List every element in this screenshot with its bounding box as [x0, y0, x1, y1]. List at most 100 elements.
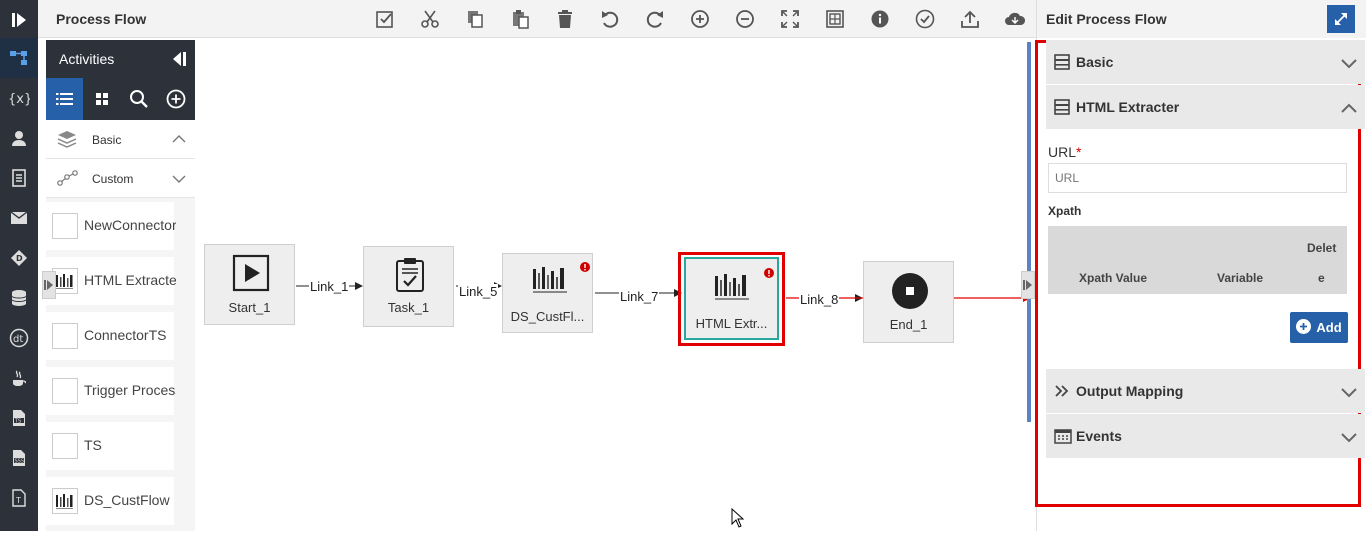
category-custom[interactable]: Custom: [46, 159, 195, 198]
cut-icon[interactable]: [417, 6, 443, 32]
grid-icon[interactable]: [822, 6, 848, 32]
fit-screen-icon[interactable]: [777, 6, 803, 32]
svg-text:{x}: {x}: [8, 92, 30, 106]
dt-icon[interactable]: dt: [0, 318, 38, 358]
info-icon[interactable]: [867, 6, 893, 32]
edit-panel-header: Edit Process Flow: [1037, 0, 1366, 38]
activity-item-html-extracter[interactable]: HTML Extracter: [46, 257, 176, 305]
mail-icon[interactable]: [0, 198, 38, 238]
link-label[interactable]: Link_1: [309, 279, 350, 294]
link-label[interactable]: Link_5: [458, 284, 499, 299]
activities-header: Activities: [46, 40, 195, 78]
category-label: Custom: [92, 172, 134, 186]
url-input[interactable]: [1048, 163, 1347, 193]
chevron-down-icon: [172, 173, 186, 187]
section-events[interactable]: Events: [1046, 414, 1365, 458]
link-label[interactable]: Link_8: [799, 292, 840, 307]
user-icon[interactable]: [0, 118, 38, 158]
activity-item-ds-custflow[interactable]: DS_CustFlow: [46, 477, 174, 525]
category-basic[interactable]: Basic: [46, 120, 195, 159]
java-icon[interactable]: [0, 358, 38, 398]
url-label-text: URL: [1048, 144, 1077, 160]
paste-icon[interactable]: [507, 6, 533, 32]
variables-icon[interactable]: {x}: [0, 78, 38, 118]
svg-text:dt: dt: [13, 334, 23, 345]
add-button[interactable]: Add: [1290, 312, 1348, 343]
redo-icon[interactable]: [642, 6, 668, 32]
activity-thumbnail: [52, 433, 78, 459]
activity-item-trigger-process[interactable]: Trigger Process: [46, 367, 176, 415]
node-html-extracter[interactable]: HTML Extr...: [684, 257, 779, 340]
error-icon[interactable]: [580, 259, 590, 277]
column-header: Xpath Value: [1079, 271, 1148, 285]
cloud-icon[interactable]: [1002, 6, 1028, 32]
section-basic[interactable]: Basic: [1046, 40, 1365, 84]
node-task[interactable]: Task_1: [363, 246, 454, 327]
clipboard-check-icon: [395, 257, 425, 298]
zoom-out-icon[interactable]: [732, 6, 758, 32]
database-icon[interactable]: [0, 278, 38, 318]
activity-item-newconnector[interactable]: NewConnector: [46, 202, 176, 250]
activity-item-connectorts[interactable]: ConnectorTS: [46, 312, 174, 360]
error-icon[interactable]: [764, 265, 774, 283]
activity-label: ConnectorTS: [84, 327, 167, 343]
flow-canvas[interactable]: Link_1 Link_5 Link_7 Link_8 Start_1 Task…: [195, 40, 1031, 531]
expand-left-handle[interactable]: [42, 271, 56, 299]
play-icon: [232, 254, 270, 297]
document-icon[interactable]: [0, 158, 38, 198]
node-ds-custflow[interactable]: DS_CustFl...: [502, 253, 593, 333]
category-label: Basic: [92, 133, 122, 147]
upload-icon[interactable]: [957, 6, 983, 32]
sss-file-icon[interactable]: SSS: [0, 438, 38, 478]
delete-icon[interactable]: [552, 6, 578, 32]
chevron-down-icon: [1341, 430, 1357, 446]
list-view-icon[interactable]: [46, 78, 83, 120]
node-label: HTML Extr...: [695, 316, 768, 331]
expand-right-handle[interactable]: [1021, 271, 1035, 299]
text-file-icon[interactable]: T: [0, 478, 38, 518]
calendar-icon: [1054, 428, 1072, 447]
column-header: e: [1318, 271, 1325, 285]
expand-icon[interactable]: [1327, 5, 1355, 33]
node-label: Start_1: [228, 300, 271, 315]
connector-logo-icon: [531, 263, 571, 302]
activity-label: Trigger Process: [84, 382, 176, 398]
chevron-up-icon: [1341, 100, 1357, 116]
zoom-in-icon[interactable]: [687, 6, 713, 32]
process-flow-icon[interactable]: [0, 38, 38, 78]
section-html-extracter[interactable]: HTML Extracter: [1046, 85, 1365, 129]
tile-view-icon[interactable]: [83, 78, 120, 120]
undo-icon[interactable]: [597, 6, 623, 32]
page-title: Process Flow: [56, 11, 147, 27]
link-label[interactable]: Link_7: [619, 289, 660, 304]
nodes-icon: [57, 169, 79, 190]
svg-text:T: T: [15, 496, 21, 505]
section-title: HTML Extracter: [1076, 99, 1180, 115]
activities-title: Activities: [59, 51, 115, 67]
stop-icon: [891, 272, 929, 315]
plus-circle-icon: [1296, 318, 1312, 337]
section-output-mapping[interactable]: Output Mapping: [1046, 369, 1365, 413]
ts-file-icon[interactable]: TS: [0, 398, 38, 438]
copy-icon[interactable]: [462, 6, 488, 32]
activity-item-ts[interactable]: TS: [46, 422, 174, 470]
add-activity-icon[interactable]: [157, 78, 194, 120]
activity-label: TS: [84, 437, 102, 453]
url-label: URL*: [1048, 144, 1081, 160]
logo-icon[interactable]: [0, 0, 38, 40]
search-icon[interactable]: [120, 78, 157, 120]
node-start[interactable]: Start_1: [204, 244, 295, 325]
node-label: Task_1: [387, 300, 430, 315]
canvas-scrollbar[interactable]: [1027, 42, 1031, 422]
validate-icon[interactable]: [372, 6, 398, 32]
required-mark: *: [1076, 144, 1082, 160]
section-title: Basic: [1076, 54, 1114, 70]
activity-thumbnail: [52, 488, 78, 514]
check-icon[interactable]: [912, 6, 938, 32]
activity-label: DS_CustFlow: [84, 492, 170, 508]
node-label: End_1: [889, 317, 928, 332]
collapse-panel-icon[interactable]: [170, 51, 188, 72]
double-chevron-right-icon: [1054, 384, 1070, 400]
node-end[interactable]: End_1: [863, 261, 954, 343]
d-connector-icon[interactable]: D: [0, 238, 38, 278]
